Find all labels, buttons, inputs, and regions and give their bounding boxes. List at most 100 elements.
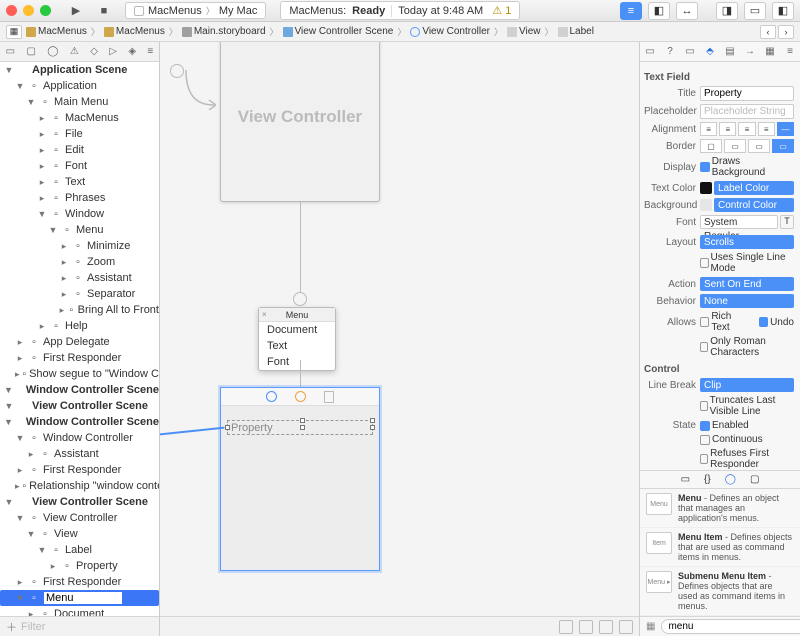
identity-inspector-icon[interactable]: ▭ [683, 45, 697, 59]
action-popup[interactable]: Sent On End Editing [700, 277, 794, 291]
font-picker-button[interactable]: T [780, 215, 794, 229]
outline-row[interactable]: ▸▫Minimize [0, 238, 159, 254]
jb-item-3[interactable]: View Controller Scene [283, 26, 394, 37]
outline-row[interactable]: ▸▫Show segue to "Window Controller" [0, 366, 159, 382]
jb-item-5[interactable]: View [507, 26, 541, 37]
run-button[interactable]: ▶ [69, 4, 83, 18]
border-segmented[interactable]: ▢▭▭▭ [700, 139, 794, 153]
outline-row[interactable]: ▼▫Main Menu [0, 94, 159, 110]
continuous-checkbox[interactable] [700, 435, 710, 445]
library-item[interactable]: MenuMenu - Defines an object that manage… [640, 489, 800, 528]
canvas-resizing-button[interactable] [619, 620, 633, 634]
code-snippet-lib-icon[interactable]: {} [704, 474, 711, 485]
canvas-issues-button[interactable] [599, 620, 613, 634]
rich-text-checkbox[interactable] [700, 317, 709, 327]
outline-row[interactable]: ▸▫MacMenus [0, 110, 159, 126]
outline-row[interactable]: ▼View Controller Scene [0, 494, 159, 510]
close-window-icon[interactable] [6, 5, 17, 16]
outline-row[interactable]: ▸▫File [0, 126, 159, 142]
find-nav-icon[interactable]: ◯ [47, 46, 58, 57]
file-inspector-icon[interactable]: ▭ [643, 45, 657, 59]
nav-group-icon[interactable]: ▦ [6, 25, 22, 39]
file-template-lib-icon[interactable]: ▭ [681, 474, 690, 485]
exit-dock-icon[interactable] [324, 391, 334, 403]
outline-row[interactable]: ▸▫Bring All to Front [0, 302, 159, 318]
report-nav-icon[interactable]: ≡ [147, 46, 153, 57]
label-control-on-canvas[interactable]: Property [227, 420, 373, 435]
outline-row[interactable]: ▸▫Assistant [0, 270, 159, 286]
background-color-popup[interactable]: Control Color [714, 198, 794, 212]
outline-row[interactable]: ▸▫Text [0, 174, 159, 190]
single-line-checkbox[interactable] [700, 258, 709, 268]
outline-row[interactable]: ▸▫Edit [0, 142, 159, 158]
toggle-left-panel-button[interactable]: ◨ [716, 2, 738, 20]
outline-row[interactable]: ▼▫View Controller [0, 510, 159, 526]
outline-row[interactable]: ▸▫Help [0, 318, 159, 334]
text-color-swatch[interactable] [700, 182, 712, 194]
jb-item-4[interactable]: View Controller [410, 26, 490, 37]
outline-filter-input[interactable] [21, 621, 163, 633]
connections-inspector-icon[interactable]: → [743, 45, 757, 59]
document-outline[interactable]: ▼Application Scene▼▫Application▼▫Main Me… [0, 62, 159, 616]
help-inspector-icon[interactable]: ? [663, 45, 677, 59]
menu-popover-item[interactable]: Document [259, 322, 335, 338]
undo-checkbox[interactable] [759, 317, 768, 327]
segue-circle-icon[interactable] [293, 292, 307, 306]
assistant-editor-button[interactable]: ◧ [648, 2, 670, 20]
canvas-align-button[interactable] [559, 620, 573, 634]
font-popup[interactable]: System Regular [700, 215, 778, 229]
canvas-pin-button[interactable] [579, 620, 593, 634]
outline-row[interactable]: ▼▫Application [0, 78, 159, 94]
view-controller-canvas-selected[interactable]: Property [220, 387, 380, 571]
library-item[interactable]: Menu ▸Submenu Menu Item - Defines object… [640, 567, 800, 616]
toggle-right-panel-button[interactable]: ◧ [772, 2, 794, 20]
outline-row[interactable]: ▸▫Zoom [0, 254, 159, 270]
media-lib-icon[interactable]: ▢ [750, 474, 759, 485]
issue-nav-icon[interactable]: ⚠ [70, 46, 79, 57]
outline-rename-input[interactable] [43, 591, 123, 605]
breakpoint-nav-icon[interactable]: ◈ [128, 46, 136, 57]
outline-row[interactable]: ▼Window Controller Scene [0, 414, 159, 430]
size-inspector-icon[interactable]: ▤ [723, 45, 737, 59]
bindings-inspector-icon[interactable]: ▦ [763, 45, 777, 59]
text-color-popup[interactable]: Label Color [714, 181, 794, 195]
only-roman-checkbox[interactable] [700, 342, 708, 352]
jb-item-1[interactable]: MacMenus [104, 26, 165, 37]
draws-background-checkbox[interactable] [700, 162, 710, 172]
jb-item-6[interactable]: Label [558, 26, 594, 37]
enabled-checkbox[interactable] [700, 421, 710, 431]
layout-popup[interactable]: Scrolls [700, 235, 794, 249]
jump-forward-button[interactable]: › [778, 25, 794, 39]
outline-row[interactable]: ▸▫App Delegate [0, 334, 159, 350]
jb-item-2[interactable]: Main.storyboard [182, 26, 266, 37]
outline-row[interactable]: ▼Window Controller Scene [0, 382, 159, 398]
outline-row[interactable]: ▸▫Property [0, 558, 159, 574]
outline-row[interactable]: ▼▫Window Controller [0, 430, 159, 446]
jump-back-button[interactable]: ‹ [760, 25, 776, 39]
menu-popover[interactable]: ×Menu Document Text Font [258, 307, 336, 371]
refuses-checkbox[interactable] [700, 454, 708, 464]
outline-row[interactable]: ▼View Controller Scene [0, 398, 159, 414]
placeholder-input[interactable] [700, 104, 794, 119]
version-editor-button[interactable]: ↔ [676, 2, 698, 20]
object-lib-icon[interactable]: ◯ [725, 474, 736, 485]
outline-row[interactable]: ▼Application Scene [0, 62, 159, 78]
outline-row[interactable]: ▼▫View [0, 526, 159, 542]
outline-row[interactable]: ▸▫First Responder [0, 574, 159, 590]
filter-add-icon[interactable]: ＋ [6, 619, 17, 635]
stop-button[interactable]: ■ [97, 4, 111, 18]
scheme-selector[interactable]: MacMenus 〉 My Mac [125, 2, 266, 19]
menu-popover-item[interactable]: Font [259, 354, 335, 370]
effects-inspector-icon[interactable]: ≡ [783, 45, 797, 59]
view-controller-canvas-top[interactable]: View Controller [220, 42, 380, 202]
debug-nav-icon[interactable]: ▷ [109, 46, 117, 57]
minimize-window-icon[interactable] [23, 5, 34, 16]
library-view-mode-icon[interactable]: ▦ [646, 621, 655, 632]
view-controller-dock-icon[interactable] [266, 391, 277, 402]
truncates-checkbox[interactable] [700, 401, 708, 411]
title-input[interactable] [700, 86, 794, 101]
symbol-nav-icon[interactable]: ▢ [26, 46, 35, 57]
outline-row[interactable]: ▸▫First Responder [0, 462, 159, 478]
interface-builder-canvas[interactable]: View Controller ×Menu Document Text Font… [160, 42, 640, 636]
toggle-bottom-panel-button[interactable]: ▭ [744, 2, 766, 20]
